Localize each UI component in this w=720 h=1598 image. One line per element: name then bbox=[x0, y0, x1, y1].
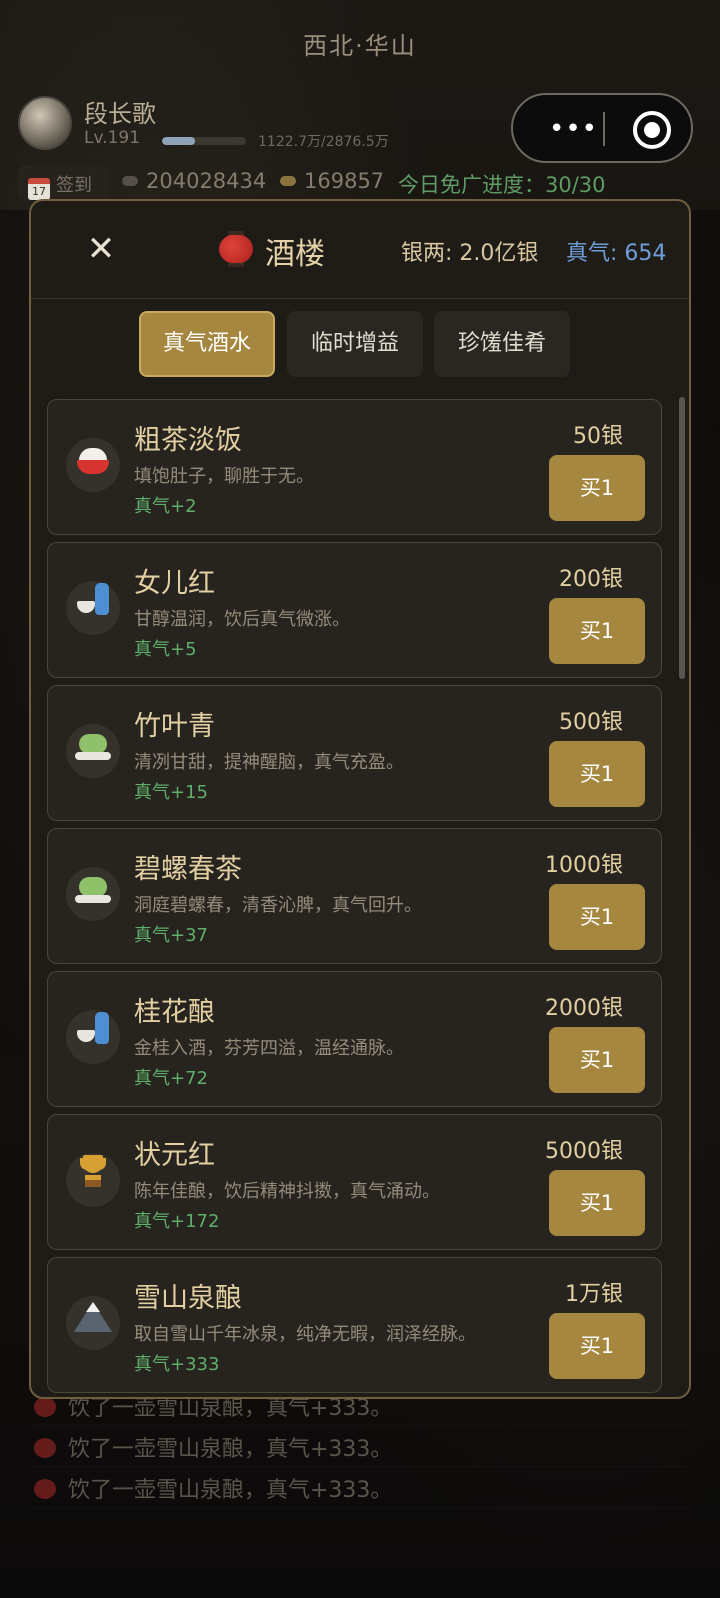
trophy-icon bbox=[66, 1153, 120, 1207]
buy-button[interactable]: 买1 bbox=[549, 455, 645, 521]
player-profile[interactable]: 段长歌 Lv.191 1122.7万/2876.5万 bbox=[18, 94, 498, 154]
capsule-divider bbox=[603, 112, 605, 146]
item-effect: 真气+5 bbox=[134, 639, 197, 660]
avatar[interactable] bbox=[18, 96, 72, 150]
item-name: 粗茶淡饭 bbox=[134, 425, 242, 456]
currency-a-value: 204028434 bbox=[146, 169, 267, 193]
tab-qi-drinks[interactable]: 真气酒水 bbox=[139, 311, 275, 377]
item-price: 1万银 bbox=[565, 1282, 623, 1307]
item-list: 粗茶淡饭 填饱肚子，聊胜于无。 真气+2 50银 买1 女儿红 甘醇温润，饮后真… bbox=[47, 399, 662, 1397]
buy-button[interactable]: 买1 bbox=[549, 884, 645, 950]
more-menu-icon[interactable]: ••• bbox=[549, 114, 598, 144]
item-price: 2000银 bbox=[545, 996, 623, 1021]
item-desc: 取自雪山千年冰泉，纯净无暇，润泽经脉。 bbox=[134, 1324, 476, 1345]
currency-b: 169857 bbox=[280, 169, 384, 193]
tab-temp-buffs[interactable]: 临时增益 bbox=[287, 311, 423, 377]
tavern-modal: ✕ 酒楼 银两: 2.0亿银 真气: 654 真气酒水 临时增益 珍馐佳肴 粗茶… bbox=[29, 199, 691, 1399]
buy-button[interactable]: 买1 bbox=[549, 1313, 645, 1379]
buy-button[interactable]: 买1 bbox=[549, 598, 645, 664]
item-desc: 陈年佳酿，饮后精神抖擞，真气涌动。 bbox=[134, 1181, 440, 1202]
item-price: 1000银 bbox=[545, 853, 623, 878]
list-item: 碧螺春茶 洞庭碧螺春，清香沁脾，真气回升。 真气+37 1000银 买1 bbox=[47, 828, 662, 964]
signin-button[interactable]: 17 签到 bbox=[18, 165, 108, 201]
ad-free-progress: 今日免广进度：30/30 bbox=[398, 173, 606, 197]
item-name: 雪山泉酿 bbox=[134, 1283, 242, 1314]
modal-title: 酒楼 bbox=[265, 237, 325, 272]
item-effect: 真气+2 bbox=[134, 496, 197, 517]
item-desc: 洞庭碧螺春，清香沁脾，真气回升。 bbox=[134, 895, 422, 916]
item-desc: 甘醇温润，饮后真气微涨。 bbox=[134, 609, 350, 630]
green-tea-icon bbox=[66, 724, 120, 778]
item-name: 竹叶青 bbox=[134, 711, 215, 742]
item-effect: 真气+333 bbox=[134, 1354, 220, 1375]
green-tea-icon bbox=[66, 867, 120, 921]
player-level: Lv.191 bbox=[84, 128, 141, 148]
item-price: 500银 bbox=[559, 710, 623, 735]
item-name: 状元红 bbox=[134, 1140, 215, 1171]
calendar-icon: 17 bbox=[28, 178, 50, 200]
qi-balance: 真气: 654 bbox=[566, 241, 667, 266]
signin-label: 签到 bbox=[56, 175, 92, 196]
location-title: 西北·华山 bbox=[303, 32, 417, 60]
lantern-icon bbox=[219, 231, 253, 267]
item-name: 桂花酿 bbox=[134, 997, 215, 1028]
item-price: 50银 bbox=[573, 424, 623, 449]
modal-header: ✕ 酒楼 银两: 2.0亿银 真气: 654 bbox=[31, 201, 689, 299]
item-price: 5000银 bbox=[545, 1139, 623, 1164]
close-icon[interactable]: ✕ bbox=[81, 229, 121, 269]
item-price: 200银 bbox=[559, 567, 623, 592]
list-item: 粗茶淡饭 填饱肚子，聊胜于无。 真气+2 50银 买1 bbox=[47, 399, 662, 535]
list-item: 雪山泉酿 取自雪山千年冰泉，纯净无暇，润泽经脉。 真气+333 1万银 买1 bbox=[47, 1257, 662, 1393]
list-item: 状元红 陈年佳酿，饮后精神抖擞，真气涌动。 真气+172 5000银 买1 bbox=[47, 1114, 662, 1250]
item-name: 女儿红 bbox=[134, 568, 215, 599]
silver-balance: 银两: 2.0亿银 bbox=[401, 241, 539, 266]
exp-text: 1122.7万/2876.5万 bbox=[258, 134, 389, 150]
item-effect: 真气+172 bbox=[134, 1211, 220, 1232]
currency-a: 204028434 bbox=[122, 169, 266, 193]
item-desc: 清冽甘甜，提神醒脑，真气充盈。 bbox=[134, 752, 404, 773]
sake-icon bbox=[66, 581, 120, 635]
item-name: 碧螺春茶 bbox=[134, 854, 242, 885]
item-effect: 真气+15 bbox=[134, 782, 208, 803]
coin-icon bbox=[122, 176, 138, 186]
tab-bar: 真气酒水 临时增益 珍馐佳肴 bbox=[31, 311, 689, 377]
sake-icon bbox=[66, 1010, 120, 1064]
list-scrollbar[interactable] bbox=[679, 397, 685, 679]
snow-mountain-icon bbox=[66, 1296, 120, 1350]
buy-button[interactable]: 买1 bbox=[549, 1170, 645, 1236]
list-item: 桂花酿 金桂入酒，芬芳四溢，温经通脉。 真气+72 2000银 买1 bbox=[47, 971, 662, 1107]
close-miniprogram-icon[interactable] bbox=[633, 111, 671, 149]
exp-bar bbox=[162, 137, 246, 145]
buy-button[interactable]: 买1 bbox=[549, 1027, 645, 1093]
player-name: 段长歌 bbox=[84, 100, 156, 128]
list-item: 竹叶青 清冽甘甜，提神醒脑，真气充盈。 真气+15 500银 买1 bbox=[47, 685, 662, 821]
buy-button[interactable]: 买1 bbox=[549, 741, 645, 807]
currency-b-value: 169857 bbox=[304, 169, 385, 193]
resource-bar: 17 签到 204028434 169857 今日免广进度：30/30 bbox=[18, 165, 708, 201]
item-effect: 真气+72 bbox=[134, 1068, 208, 1089]
tab-delicacies[interactable]: 珍馐佳肴 bbox=[434, 311, 570, 377]
exp-bar-fill bbox=[162, 137, 195, 145]
ingot-icon bbox=[280, 176, 296, 186]
list-item: 女儿红 甘醇温润，饮后真气微涨。 真气+5 200银 买1 bbox=[47, 542, 662, 678]
item-effect: 真气+37 bbox=[134, 925, 208, 946]
item-desc: 金桂入酒，芬芳四溢，温经通脉。 bbox=[134, 1038, 404, 1059]
miniprogram-capsule: ••• bbox=[511, 93, 693, 163]
rice-bowl-icon bbox=[66, 438, 120, 492]
item-desc: 填饱肚子，聊胜于无。 bbox=[134, 466, 314, 487]
